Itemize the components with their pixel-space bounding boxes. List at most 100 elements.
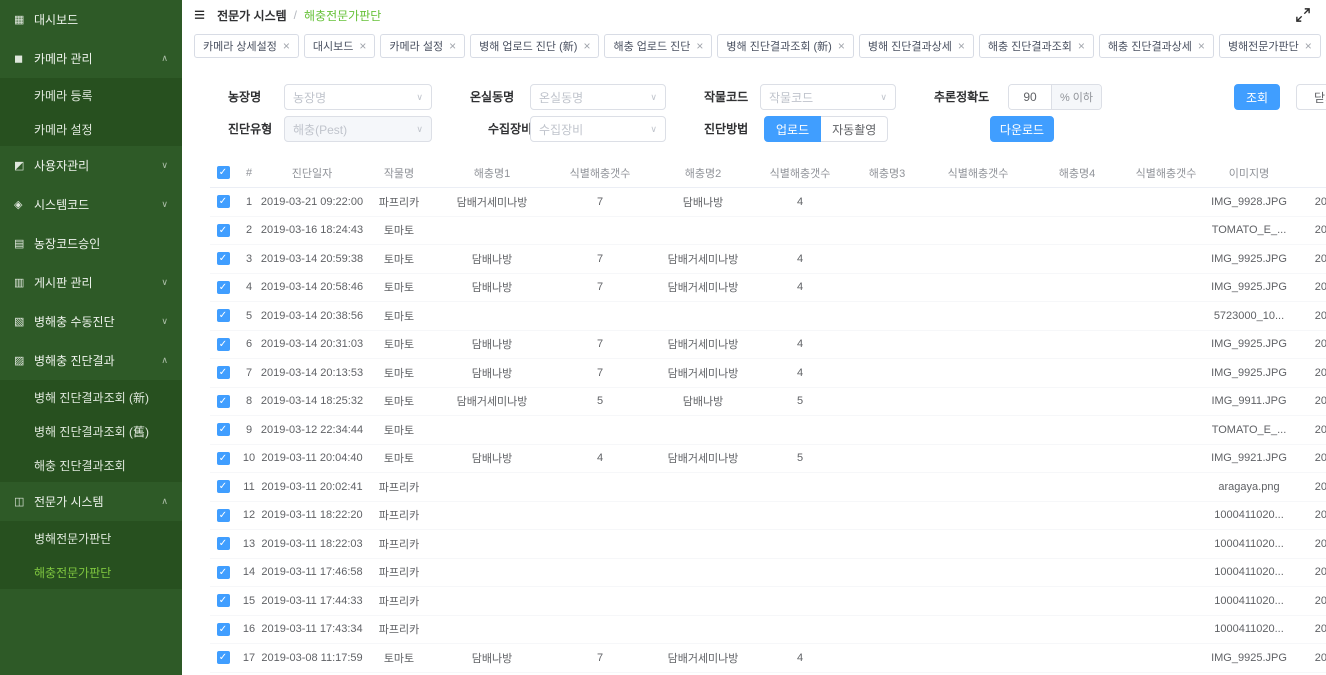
table-row[interactable]: ✓112019-03-11 20:02:41파프리카aragaya.png201…	[210, 473, 1326, 502]
table-row[interactable]: ✓172019-03-08 11:17:59토마토담배나방7담배거세미나방4IM…	[210, 644, 1326, 673]
table-row[interactable]: ✓12019-03-21 09:22:00파프리카담배거세미나방7담배나방4IM…	[210, 188, 1326, 217]
column-header: 해충명3	[846, 165, 928, 181]
sidebar-item[interactable]: ▤농장코드승인	[0, 224, 182, 263]
sidebar-item[interactable]: ▦대시보드	[0, 0, 182, 39]
checkbox-cell: ✓	[210, 509, 236, 522]
table-cell: 16	[236, 623, 262, 635]
table-cell: 4	[548, 452, 652, 464]
crop-code-select[interactable]: 작물코드 ∨	[760, 84, 896, 110]
tab[interactable]: 카메라 설정×	[380, 34, 465, 58]
table-row[interactable]: ✓82019-03-14 18:25:32토마토담배거세미나방5담배나방5IMG…	[210, 388, 1326, 417]
tab[interactable]: 병해 업로드 진단 (新)×	[470, 34, 599, 58]
table-cell: 토마토	[362, 279, 436, 295]
tab-close-icon[interactable]: ×	[1198, 40, 1205, 52]
tab[interactable]: 병해 진단결과상세×	[859, 34, 974, 58]
sidebar-item[interactable]: ▨병해충 진단결과∧	[0, 341, 182, 380]
table-row[interactable]: ✓72019-03-14 20:13:53토마토담배나방7담배거세미나방4IMG…	[210, 359, 1326, 388]
tab-close-icon[interactable]: ×	[958, 40, 965, 52]
sidebar-item[interactable]: ◈시스템코드∨	[0, 185, 182, 224]
select-all-header: ✓	[210, 166, 236, 179]
tab[interactable]: 해충 진단결과상세×	[1099, 34, 1214, 58]
row-checkbox[interactable]: ✓	[217, 309, 230, 322]
tab[interactable]: 카메라 상세설정×	[194, 34, 299, 58]
auto-capture-method-option[interactable]: 자동촬영	[821, 116, 888, 142]
row-checkbox[interactable]: ✓	[217, 281, 230, 294]
table-row[interactable]: ✓132019-03-11 18:22:03파프리카1000411020...2…	[210, 530, 1326, 559]
table-row[interactable]: ✓142019-03-11 17:46:58파프리카1000411020...2…	[210, 559, 1326, 588]
sidebar-item[interactable]: ▥게시판 관리∨	[0, 263, 182, 302]
table-row[interactable]: ✓32019-03-14 20:59:38토마토담배나방7담배거세미나방4IMG…	[210, 245, 1326, 274]
table-row[interactable]: ✓52019-03-14 20:38:56토마토5723000_10...201…	[210, 302, 1326, 331]
sidebar-subitem[interactable]: 병해전문가판단	[0, 521, 182, 555]
table-row[interactable]: ✓122019-03-11 18:22:20파프리카1000411020...2…	[210, 502, 1326, 531]
tab[interactable]: 병해 진단결과조회 (新)×	[717, 34, 853, 58]
tab[interactable]: 해충 업로드 진단 ×	[604, 34, 712, 58]
tab-close-icon[interactable]: ×	[449, 40, 456, 52]
table-row[interactable]: ✓62019-03-14 20:31:03토마토담배나방7담배거세미나방4IMG…	[210, 331, 1326, 360]
row-checkbox[interactable]: ✓	[217, 623, 230, 636]
fullscreen-icon[interactable]	[1296, 8, 1310, 22]
sidebar-item[interactable]: ◫전문가 시스템∧	[0, 482, 182, 521]
table-cell: 4	[754, 196, 846, 208]
row-checkbox[interactable]: ✓	[217, 651, 230, 664]
tab-close-icon[interactable]: ×	[838, 40, 845, 52]
sidebar-item[interactable]: ▧병해충 수동진단∨	[0, 302, 182, 341]
row-checkbox[interactable]: ✓	[217, 366, 230, 379]
tab-label: 해충 업로드 진단	[613, 38, 690, 54]
row-checkbox[interactable]: ✓	[217, 423, 230, 436]
row-checkbox[interactable]: ✓	[217, 480, 230, 493]
sidebar-item[interactable]: ◼카메라 관리∧	[0, 39, 182, 78]
row-checkbox[interactable]: ✓	[217, 594, 230, 607]
tab-close-icon[interactable]: ×	[1305, 40, 1312, 52]
table-cell: 12	[236, 509, 262, 521]
tab-close-icon[interactable]: ×	[696, 40, 703, 52]
close-button[interactable]: 닫기	[1296, 84, 1326, 110]
column-header: 식별해충갯수	[928, 165, 1028, 181]
sidebar-subitem[interactable]: 카메라 설정	[0, 112, 182, 146]
tab-close-icon[interactable]: ×	[283, 40, 290, 52]
users-icon: ◩	[14, 159, 34, 172]
row-checkbox[interactable]: ✓	[217, 395, 230, 408]
table-row[interactable]: ✓102019-03-11 20:04:40토마토담배나방4담배거세미나방5IM…	[210, 445, 1326, 474]
accuracy-input[interactable]	[1009, 85, 1051, 109]
sidebar-item[interactable]: ◩사용자관리∨	[0, 146, 182, 185]
search-button[interactable]: 조회	[1234, 84, 1280, 110]
tab-close-icon[interactable]: ×	[359, 40, 366, 52]
tab[interactable]: 병해전문가판단×	[1219, 34, 1321, 58]
row-checkbox[interactable]: ✓	[217, 252, 230, 265]
table-row[interactable]: ✓22019-03-16 18:24:43토마토TOMATO_E_...2019	[210, 217, 1326, 246]
sidebar-subitem[interactable]: 카메라 등록	[0, 78, 182, 112]
tab-close-icon[interactable]: ×	[583, 40, 590, 52]
row-checkbox[interactable]: ✓	[217, 338, 230, 351]
diagnosis-type-select[interactable]: 해충(Pest) ∨	[284, 116, 432, 142]
sidebar-subitem[interactable]: 병해 진단결과조회 (新)	[0, 380, 182, 414]
select-all-checkbox[interactable]: ✓	[217, 166, 230, 179]
accuracy-label: 추론정확도	[934, 84, 989, 110]
sidebar-subitem[interactable]: 해충 진단결과조회	[0, 448, 182, 482]
tab[interactable]: 대시보드×	[304, 34, 376, 58]
row-checkbox[interactable]: ✓	[217, 224, 230, 237]
greenhouse-select[interactable]: 온실동명 ∨	[530, 84, 666, 110]
download-button[interactable]: 다운로드	[990, 116, 1054, 142]
table-cell: 4	[754, 652, 846, 664]
sidebar-submenu: 병해전문가판단해충전문가판단	[0, 521, 182, 589]
table-row[interactable]: ✓42019-03-14 20:58:46토마토담배나방7담배거세미나방4IMG…	[210, 274, 1326, 303]
sidebar-subitem[interactable]: 병해 진단결과조회 (舊)	[0, 414, 182, 448]
row-checkbox[interactable]: ✓	[217, 195, 230, 208]
row-checkbox[interactable]: ✓	[217, 452, 230, 465]
tab-close-icon[interactable]: ×	[1078, 40, 1085, 52]
table-row[interactable]: ✓162019-03-11 17:43:34파프리카1000411020...2…	[210, 616, 1326, 645]
hamburger-menu-icon[interactable]: ≡	[194, 6, 205, 25]
sidebar-item-label: 게시판 관리	[34, 274, 93, 291]
tab[interactable]: 해충 진단결과조회×	[979, 34, 1094, 58]
farm-select[interactable]: 농장명 ∨	[284, 84, 432, 110]
checkbox-cell: ✓	[210, 366, 236, 379]
table-row[interactable]: ✓92019-03-12 22:34:44토마토TOMATO_E_...2019	[210, 416, 1326, 445]
device-select[interactable]: 수집장비 ∨	[530, 116, 666, 142]
table-row[interactable]: ✓152019-03-11 17:44:33파프리카1000411020...2…	[210, 587, 1326, 616]
row-checkbox[interactable]: ✓	[217, 537, 230, 550]
row-checkbox[interactable]: ✓	[217, 566, 230, 579]
upload-method-option[interactable]: 업로드	[764, 116, 821, 142]
sidebar-subitem[interactable]: 해충전문가판단	[0, 555, 182, 589]
row-checkbox[interactable]: ✓	[217, 509, 230, 522]
